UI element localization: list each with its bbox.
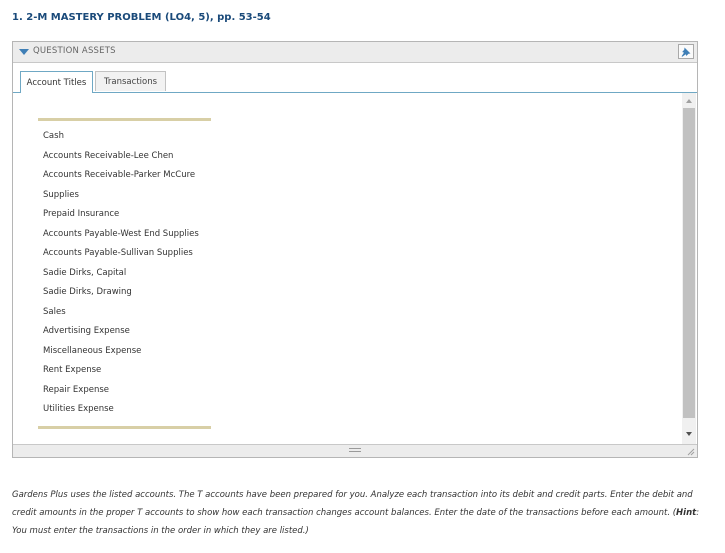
- problem-title: 1. 2-M MASTERY PROBLEM (LO4, 5), pp. 53-…: [12, 12, 271, 23]
- account-item: Accounts Receivable-Parker McCure: [43, 170, 196, 180]
- account-item: Cash: [43, 131, 64, 141]
- tab-account-titles[interactable]: Account Titles: [20, 71, 93, 93]
- vertical-scrollbar[interactable]: [682, 93, 696, 444]
- resize-grip-icon[interactable]: [349, 448, 361, 454]
- instructions-text: Gardens Plus uses the listed accounts. T…: [12, 486, 702, 540]
- account-item: Sadie Dirks, Drawing: [43, 287, 132, 297]
- account-item: Accounts Payable-Sullivan Supplies: [43, 248, 193, 258]
- account-item: Supplies: [43, 189, 79, 200]
- account-item: Repair Expense: [43, 384, 109, 395]
- account-item: Accounts Receivable-Lee Chen: [43, 150, 174, 161]
- account-titles-box: Cash Accounts Receivable-Lee Chen Accoun…: [38, 118, 211, 429]
- pin-icon: [681, 47, 691, 57]
- account-item: Miscellaneous Expense: [43, 345, 142, 356]
- account-item: Sales: [43, 306, 66, 317]
- pin-button[interactable]: [678, 44, 694, 59]
- collapse-triangle-icon[interactable]: [19, 49, 29, 55]
- panel-header-label: QUESTION ASSETS: [33, 46, 116, 56]
- account-item: Prepaid Insurance: [43, 209, 120, 219]
- hint-label: Hint: [676, 508, 697, 518]
- account-item: Advertising Expense: [43, 326, 130, 336]
- tab-transactions[interactable]: Transactions: [95, 71, 166, 91]
- account-item: Sadie Dirks, Capital: [43, 267, 127, 278]
- instructions-body: Gardens Plus uses the listed accounts. T…: [12, 490, 693, 518]
- bottom-rule: [38, 425, 211, 429]
- account-item: Rent Expense: [43, 365, 102, 375]
- resize-corner-icon[interactable]: [687, 448, 695, 456]
- panel-header[interactable]: QUESTION ASSETS: [13, 42, 697, 63]
- question-assets-panel: QUESTION ASSETS Account Titles Transacti…: [12, 41, 698, 458]
- scroll-thumb[interactable]: [683, 108, 695, 418]
- account-item: Utilities Expense: [43, 404, 114, 414]
- scroll-down-arrow-icon[interactable]: [686, 432, 692, 436]
- account-list: Cash Accounts Receivable-Lee Chen Accoun…: [38, 121, 211, 426]
- tab-strip: Account Titles Transactions: [13, 63, 697, 93]
- scroll-up-arrow-icon[interactable]: [686, 99, 692, 103]
- account-titles-content: Cash Accounts Receivable-Lee Chen Accoun…: [13, 93, 683, 444]
- account-item: Accounts Payable-West End Supplies: [43, 228, 199, 239]
- panel-resize-bar[interactable]: [13, 444, 697, 457]
